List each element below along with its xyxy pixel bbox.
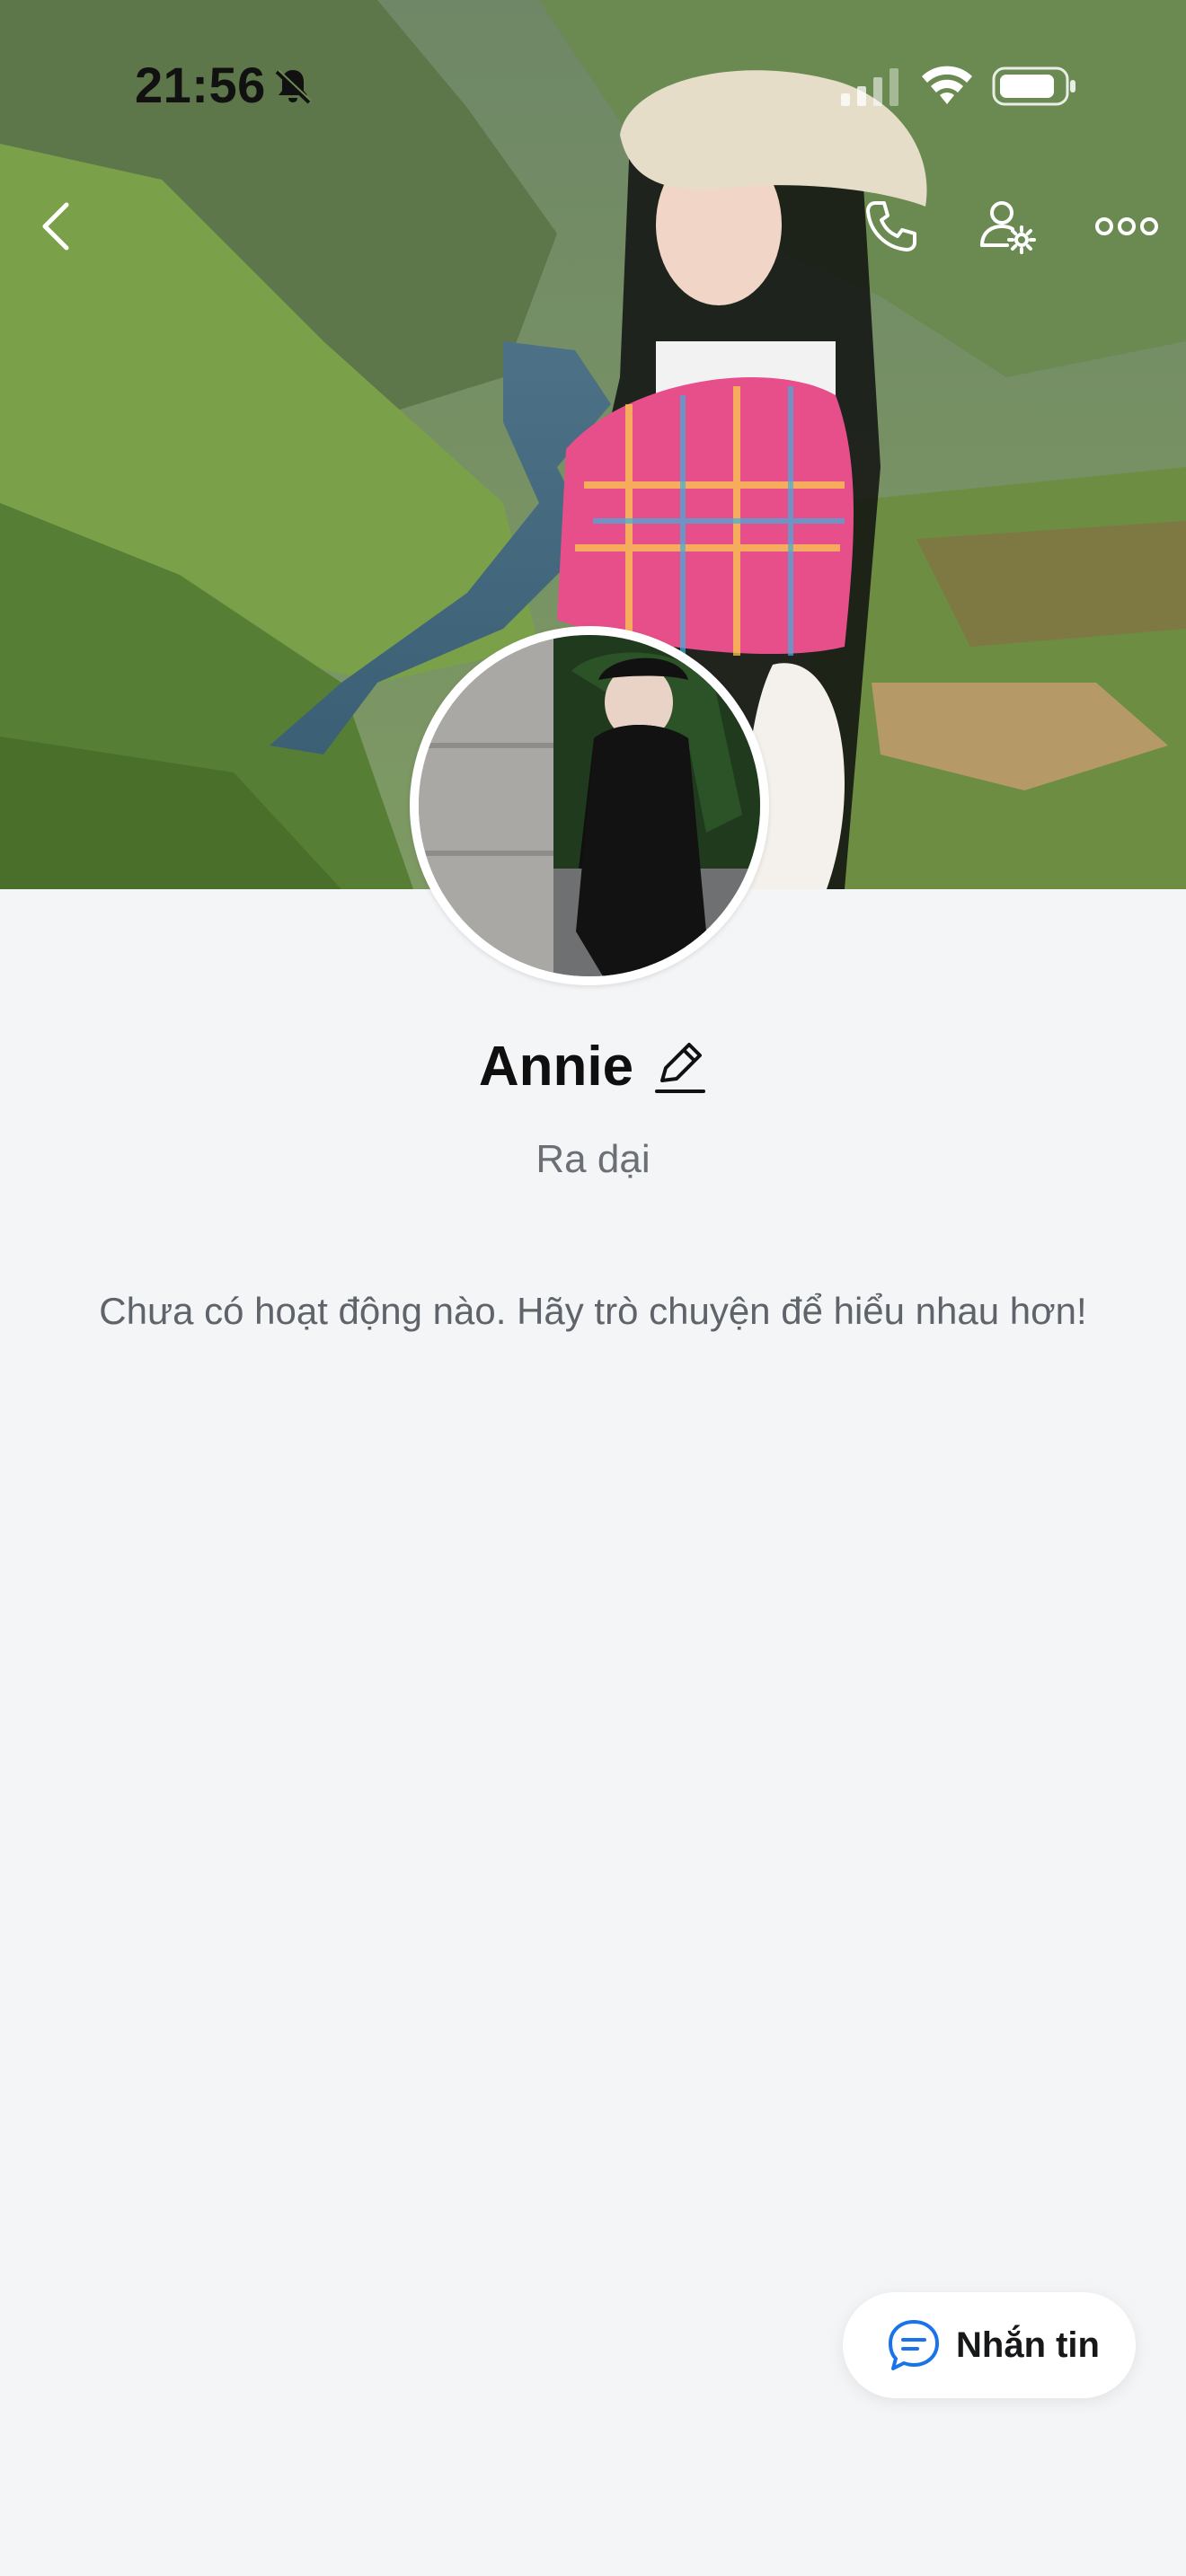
phone-icon <box>866 201 916 251</box>
more-button[interactable] <box>1089 189 1164 264</box>
status-bar: 21:56 <box>0 0 1186 171</box>
avatar-image <box>419 635 760 976</box>
pencil-icon <box>655 1042 706 1093</box>
message-button[interactable]: Nhắn tin <box>843 2292 1136 2398</box>
back-button[interactable] <box>18 189 93 264</box>
empty-activity-text: Chưa có hoạt động nào. Hãy trò chuyện để… <box>99 1290 1087 1332</box>
profile-settings-button[interactable] <box>970 189 1046 264</box>
wifi-icon <box>922 66 972 104</box>
bell-off-icon <box>275 69 312 104</box>
message-button-label: Nhắn tin <box>956 2325 1100 2365</box>
profile-screen: 21:56 Annie Ra dại Chưa có hoạt động nào… <box>0 0 1186 2576</box>
name-row: Annie <box>0 1035 1186 1098</box>
profile-name: Annie <box>478 1036 634 1098</box>
status-time: 21:56 <box>135 57 266 113</box>
signal-icon <box>841 68 898 106</box>
call-button[interactable] <box>854 189 929 264</box>
chat-bubble-icon <box>889 2320 939 2370</box>
edit-name-button[interactable] <box>653 1038 707 1096</box>
avatar[interactable] <box>410 626 769 985</box>
chevron-left-icon <box>42 202 69 251</box>
user-settings-icon <box>980 201 1036 254</box>
profile-status: Ra dại <box>535 1137 651 1181</box>
battery-icon <box>992 66 1075 106</box>
more-dots-icon <box>1095 217 1158 235</box>
